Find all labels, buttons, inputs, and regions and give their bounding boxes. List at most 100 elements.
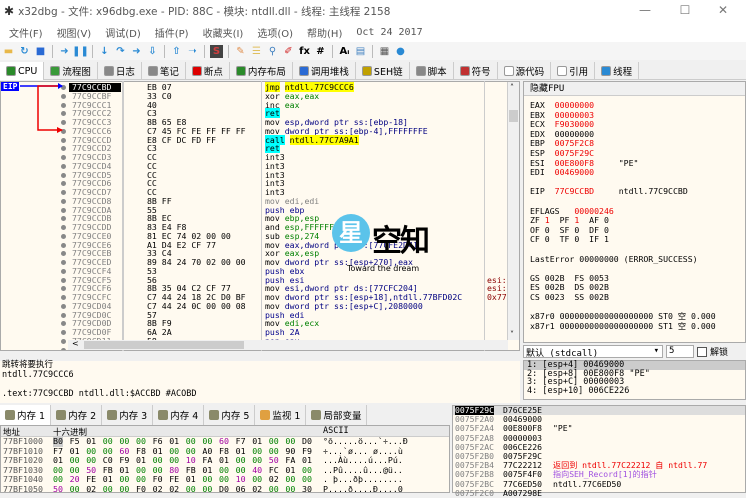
function-icon[interactable]: fx (298, 45, 311, 58)
open-icon[interactable]: ▬ (2, 45, 15, 58)
tab-0[interactable]: CPU (0, 62, 45, 80)
menu-4[interactable]: 收藏夹(I) (196, 25, 251, 40)
breakpoint-dot[interactable] (61, 216, 66, 222)
breakpoint-dot[interactable] (61, 268, 66, 274)
close-button[interactable]: ✕ (708, 3, 738, 19)
breakpoint-dot[interactable] (61, 295, 66, 300)
breakpoint-dot[interactable] (61, 137, 66, 143)
register-line[interactable]: LastError 00000000 (ERROR_SUCCESS) (530, 254, 698, 264)
bottom-tab-4[interactable]: 内存 5 (204, 405, 256, 425)
restart-icon[interactable]: ↻ (18, 45, 31, 58)
disassembly-horizontal-scrollbar[interactable]: < (68, 339, 508, 350)
breakpoint-dot[interactable] (61, 286, 66, 292)
tab-6[interactable]: 调用堆栈 (293, 62, 356, 80)
breakpoint-dot[interactable] (61, 225, 66, 230)
arg-count-spinner[interactable]: 5 (666, 345, 694, 358)
breakpoint-dot[interactable] (61, 251, 66, 257)
hash-icon[interactable]: # (314, 45, 327, 58)
breakpoint-dot[interactable] (61, 242, 66, 248)
bottom-tab-2[interactable]: 内存 3 (102, 405, 154, 425)
stack-view[interactable]: 0075F29C D76CE25E 0075F2A0 00469000 0075F2A4… (452, 405, 746, 497)
breakpoint-dot[interactable] (61, 146, 66, 152)
register-line[interactable]: x87r1 0000000000000000000 ST1 空 0.000 (530, 321, 716, 331)
trace-into-icon[interactable]: ➜ (130, 45, 143, 58)
globe-icon[interactable]: ● (394, 45, 407, 58)
bottom-tab-0[interactable]: 内存 1 (0, 405, 52, 425)
scroll-up-icon[interactable]: ˄ (510, 83, 514, 92)
tab-2[interactable]: 日志 (98, 62, 142, 80)
module-icon[interactable]: ▤ (354, 45, 367, 58)
stack-row[interactable]: 0075F29C D76CE25E (453, 405, 745, 416)
tab-3[interactable]: 笔记 (142, 62, 186, 80)
tab-8[interactable]: 脚本 (410, 62, 454, 80)
breakpoint-dot[interactable] (61, 181, 66, 187)
stack-row[interactable]: 0075F2AC 006CE226 (453, 442, 745, 452)
step-over-icon[interactable]: ↷ (114, 45, 127, 58)
breakpoint-dot[interactable] (61, 303, 66, 309)
stack-row[interactable]: 0075F2A4 00E800F8 "PE" (453, 424, 745, 433)
register-line[interactable]: EIP 77C9CCBD ntdll.77C9CCBD (530, 187, 688, 196)
breakpoint-dot[interactable] (61, 321, 66, 327)
breakpoint-dot[interactable] (61, 338, 66, 344)
register-line[interactable]: EDI 00469000 (530, 168, 594, 177)
scylla-icon[interactable]: S (210, 44, 223, 58)
label-icon[interactable]: ⚲ (266, 45, 279, 58)
stack-row[interactable]: 0075F2BC 77C6ED50 ntdll.77C6ED50 (453, 479, 745, 489)
menu-0[interactable]: 文件(F) (2, 25, 50, 40)
register-line[interactable]: CF 0 TF 0 IF 1 (530, 235, 609, 244)
breakpoint-dot[interactable] (61, 312, 66, 318)
minimize-button[interactable]: — (630, 3, 660, 19)
breakpoint-dot[interactable] (61, 260, 66, 265)
breakpoint-dot[interactable] (61, 207, 66, 213)
stop-icon[interactable]: ■ (34, 45, 47, 58)
menu-1[interactable]: 视图(V) (50, 25, 99, 40)
breakpoint-dot[interactable] (61, 198, 66, 204)
breakpoint-dot[interactable] (61, 172, 66, 178)
patch-icon[interactable]: ✎ (234, 45, 247, 58)
font-icon[interactable]: Aᵢ (338, 45, 351, 58)
stack-row[interactable]: 0075F2A0 00469000 (453, 414, 745, 424)
trace-over-icon[interactable]: ⇩ (146, 45, 159, 58)
scroll-thumb[interactable] (509, 110, 518, 122)
unlock-checkbox[interactable] (697, 346, 707, 357)
bottom-tab-3[interactable]: 内存 4 (153, 405, 205, 425)
disassembly-vertical-scrollbar[interactable]: ˄ ˅ (507, 82, 519, 340)
maximize-button[interactable]: ☐ (670, 3, 700, 19)
bottom-tab-6[interactable]: 局部变量 (306, 405, 368, 425)
scroll-thumb[interactable] (84, 341, 244, 349)
calling-convention-select[interactable]: 默认 (stdcall) ▾ (523, 345, 663, 359)
scroll-down-icon[interactable]: ˅ (510, 330, 514, 339)
execute-till-return-icon[interactable]: ⇧ (170, 45, 183, 58)
bottom-tab-5[interactable]: 监视 1 (255, 405, 307, 425)
hide-fpu-button[interactable]: 隐藏FPU (524, 82, 745, 96)
stack-row[interactable]: 0075F2A8 00000003 (453, 433, 745, 443)
tab-1[interactable]: 流程图 (44, 62, 98, 80)
tab-5[interactable]: 内存布局 (230, 62, 293, 80)
step-into-icon[interactable]: ↓ (98, 45, 111, 58)
breakpoint-dot[interactable] (61, 277, 66, 283)
menu-5[interactable]: 选项(O) (250, 25, 300, 40)
memory-dump[interactable]: 地址 十六进制 ASCII 77BF1000 B0 F5 01 00 00 00 F6 01 00… (0, 425, 450, 493)
tab-11[interactable]: 引用 (551, 62, 596, 80)
bookmark-icon[interactable]: ✐ (282, 45, 295, 58)
calculator-icon[interactable]: ▦ (378, 45, 391, 58)
run-to-user-code-icon[interactable]: ➝ (186, 45, 199, 58)
breakpoint-dot[interactable] (61, 163, 66, 169)
menu-3[interactable]: 插件(P) (148, 25, 196, 40)
breakpoint-dot[interactable] (61, 330, 66, 335)
menu-6[interactable]: 帮助(H) (300, 25, 349, 40)
tab-7[interactable]: SEH链 (356, 62, 410, 80)
breakpoint-dot[interactable] (61, 233, 66, 239)
menu-2[interactable]: 调试(D) (98, 25, 148, 40)
argument-row[interactable]: 4: [esp+10] 006CE226 (524, 386, 745, 396)
breakpoint-dot[interactable] (61, 190, 66, 195)
tab-10[interactable]: 源代码 (498, 62, 552, 80)
tab-9[interactable]: 符号 (454, 62, 498, 80)
tab-4[interactable]: 断点 (186, 62, 230, 80)
register-line[interactable]: CS 0023 SS 002B (530, 293, 609, 302)
stack-row[interactable]: 0075F2C0 A007298E (453, 488, 745, 498)
run-icon[interactable]: ➜ (58, 45, 71, 58)
pause-icon[interactable]: ❚❚ (72, 45, 89, 58)
breakpoint-dot[interactable] (61, 347, 66, 350)
scroll-left-icon[interactable]: < (72, 339, 79, 348)
